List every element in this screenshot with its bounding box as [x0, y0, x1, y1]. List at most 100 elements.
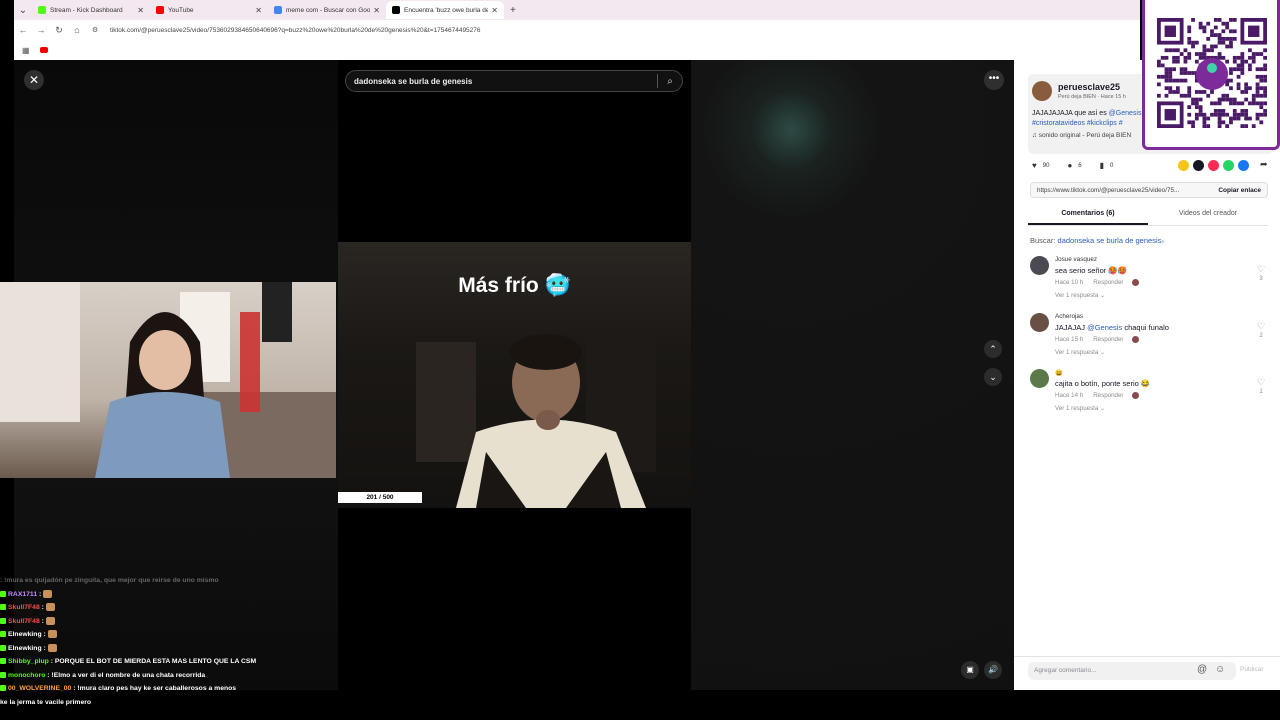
back-icon[interactable]: ←	[14, 25, 32, 35]
search-label: Buscar:	[1030, 236, 1056, 245]
chat-text: : PORQUE EL BOT DE MIERDA ESTA MAS LENTO…	[50, 658, 257, 665]
more-icon[interactable]: •••	[984, 70, 1004, 90]
copy-link-button[interactable]: Copiar enlace	[1212, 187, 1267, 194]
chat-text: : !mura es quijadón pe zinguita, que mej…	[0, 577, 219, 584]
chat-username[interactable]: 00_WOLVERINE_00	[8, 685, 71, 692]
description-hashtags[interactable]: #cristoratavideos #kickclips #	[1032, 120, 1123, 127]
avatar[interactable]	[1030, 369, 1049, 388]
view-replies-button[interactable]: Ver 1 respuesta ⌄	[1055, 349, 1105, 356]
chat-badge-icon	[0, 671, 6, 678]
browser-tab[interactable]: YouTube ✕	[150, 1, 268, 19]
video-stats: ♥ 90 ● 6 ▮ 0	[1032, 161, 1131, 170]
chat-text: :	[43, 631, 46, 638]
view-replies-button[interactable]: Ver 1 respuesta ⌄	[1055, 292, 1105, 299]
chat-username[interactable]: Elnewking	[8, 645, 42, 652]
reply-button[interactable]: Responder	[1093, 279, 1123, 286]
comment-like-count: 3	[1259, 276, 1263, 282]
chat-username[interactable]: Skull7F48	[8, 618, 40, 625]
share-icon[interactable]	[1208, 160, 1219, 171]
tab-close-icon[interactable]: ✕	[373, 6, 380, 15]
search-input[interactable]: dadonseka se burla de genesis	[346, 77, 657, 86]
browser-tab[interactable]: Stream - Kick Dashboard ✕	[32, 1, 150, 19]
comment-user[interactable]: Josue vasquez	[1055, 256, 1097, 263]
video-link[interactable]: https://www.tiktok.com/@peruesclave25/vi…	[1031, 187, 1212, 194]
search-icon[interactable]: ⌕	[658, 76, 682, 87]
search-suggestion[interactable]: Buscar: dadonseka se burla de genesis⌕	[1030, 236, 1164, 245]
avatar[interactable]	[1030, 312, 1049, 332]
pip-icon[interactable]: ▣	[961, 661, 979, 679]
browser-navbar: ← → ↻ ⌂ ⚙ tiktok.com/@peruesclave25/vide…	[14, 20, 1140, 40]
reload-icon[interactable]: ↻	[50, 25, 68, 36]
new-tab-button[interactable]: +	[504, 5, 522, 16]
share-icon[interactable]	[1238, 160, 1249, 171]
share-icon[interactable]	[1223, 160, 1234, 171]
heart-icon[interactable]: ♥	[1032, 161, 1037, 170]
author-name[interactable]: peruesclave25	[1058, 82, 1120, 92]
apps-icon[interactable]: ▦	[22, 46, 30, 55]
emoji-icon[interactable]: ☺	[1215, 664, 1225, 675]
forward-icon[interactable]: →	[32, 25, 50, 35]
tab-favicon-icon	[38, 6, 46, 14]
link-box: https://www.tiktok.com/@peruesclave25/vi…	[1030, 182, 1268, 198]
tab-search-icon[interactable]: ⌄	[14, 5, 32, 16]
chat-username[interactable]: RAX1711	[8, 591, 37, 598]
share-arrow-icon[interactable]: ➦	[1260, 159, 1268, 170]
volume-icon[interactable]: 🔊	[984, 661, 1002, 679]
reply-button[interactable]: Responder	[1093, 392, 1123, 399]
tab-close-icon[interactable]: ✕	[255, 6, 262, 15]
tab-comments[interactable]: Comentarios (6)	[1028, 206, 1148, 225]
publish-button[interactable]: Publicar	[1240, 666, 1263, 673]
browser-tab[interactable]: Encuentra 'buzz owe burla de genesis'✕	[386, 1, 504, 19]
chevron-up-icon[interactable]: ⌃	[984, 340, 1002, 358]
chat-username[interactable]: monochoro	[8, 672, 45, 679]
mention-icon[interactable]: @	[1197, 664, 1207, 675]
avatar[interactable]	[1032, 81, 1052, 101]
comment-meta: Hace 14 h Responder	[1055, 392, 1139, 399]
tab-title: Stream - Kick Dashboard	[50, 6, 123, 14]
video-frame[interactable]: Más frío 🥶 201 / 500	[338, 242, 691, 508]
chat-badge-icon	[0, 685, 6, 692]
comment-item: Josue vasquez sea serio señor 🥵🥵 Hace 10 h…	[1030, 256, 1270, 312]
chat-username[interactable]: Shibby_plup	[8, 658, 49, 665]
screen: ⌄ Stream - Kick Dashboard ✕ YouTube ✕ meme c…	[0, 0, 1280, 720]
close-icon[interactable]: ✕	[24, 70, 44, 90]
comment-user[interactable]: 😃	[1055, 369, 1063, 377]
bookmark-icon[interactable]: ▮	[1100, 161, 1104, 170]
qr-code	[1157, 18, 1267, 128]
save-count: 0	[1110, 162, 1114, 169]
site-info-icon[interactable]: ⚙	[86, 26, 104, 34]
youtube-bookmark-icon[interactable]	[39, 47, 48, 53]
tab-close-icon[interactable]: ✕	[491, 6, 498, 15]
music-icon: ♫	[1032, 132, 1037, 139]
chat-username[interactable]: Elnewking	[8, 631, 42, 638]
tab-favicon-icon	[274, 6, 282, 14]
comment-like-count: 1	[1259, 389, 1263, 395]
heart-outline-icon[interactable]: ♡	[1256, 377, 1266, 388]
browser-tab[interactable]: meme com - Buscar con Google ✕	[268, 1, 386, 19]
avatar[interactable]	[1030, 256, 1049, 275]
sound-link[interactable]: ♫ sonido original - Perú deja BIEN	[1032, 132, 1131, 139]
share-icon[interactable]	[1178, 160, 1189, 171]
tab-title: meme com - Buscar con Google	[286, 6, 371, 14]
video-person	[416, 332, 656, 508]
share-icon[interactable]	[1193, 160, 1204, 171]
description-mention[interactable]: @Genesis	[1109, 110, 1142, 117]
heart-outline-icon[interactable]: ♡	[1256, 321, 1266, 332]
view-replies-button[interactable]: Ver 1 respuesta ⌄	[1055, 405, 1105, 412]
tab-creator-videos[interactable]: Videos del creador	[1148, 206, 1268, 225]
tab-close-icon[interactable]: ✕	[137, 6, 144, 15]
heart-outline-icon[interactable]: ♡	[1256, 264, 1266, 275]
search-suggestion-query[interactable]: dadonseka se burla de genesis	[1058, 236, 1162, 245]
address-bar[interactable]: tiktok.com/@peruesclave25/video/75360293…	[110, 27, 481, 34]
comment-item: Acherojas JAJAJAJ @Genesis chaqui funalo H…	[1030, 312, 1270, 369]
video-search-bar[interactable]: dadonseka se burla de genesis ⌕	[345, 70, 683, 92]
comment-user[interactable]: Acherojas	[1055, 313, 1083, 320]
comment-icon[interactable]: ●	[1067, 161, 1072, 170]
reply-button[interactable]: Responder	[1093, 336, 1123, 343]
home-icon[interactable]: ⌂	[68, 25, 86, 35]
chat-username[interactable]: Skull7F48	[8, 604, 40, 611]
webcam-scene	[0, 282, 336, 478]
chevron-down-icon[interactable]: ⌄	[984, 368, 1002, 386]
share-buttons	[1178, 160, 1249, 171]
comment-text: sea serio señor 🥵🥵	[1055, 266, 1128, 275]
